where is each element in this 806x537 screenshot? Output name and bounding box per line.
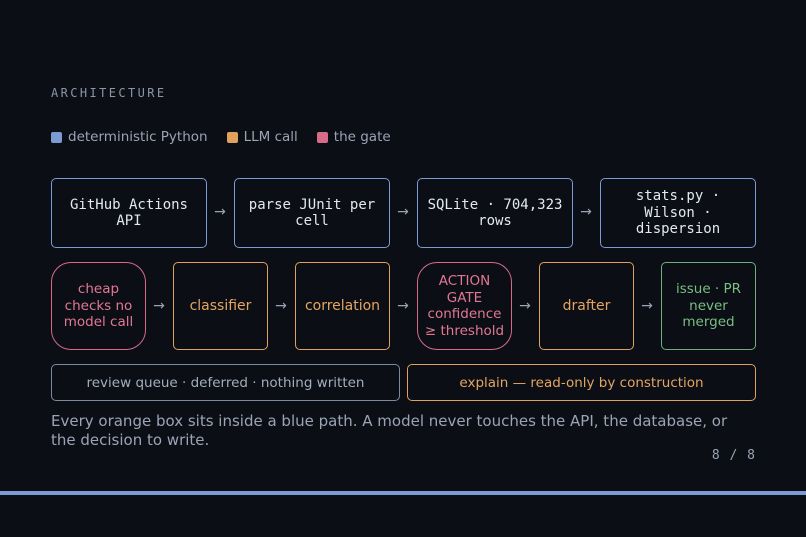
arrow-icon: →: [580, 204, 592, 220]
node-github-actions-api: GitHub Actions API: [51, 178, 207, 248]
node-drafter: drafter: [539, 262, 634, 350]
legend: deterministic Python LLM call the gate: [51, 129, 410, 145]
legend-label: LLM call: [243, 129, 298, 145]
node-sqlite: SQLite · 704,323 rows: [417, 178, 573, 248]
legend-item-llm: LLM call: [226, 129, 298, 145]
arrow-icon: →: [641, 298, 653, 314]
node-parse-junit: parse JUnit per cell: [234, 178, 390, 248]
section-eyebrow: ARCHITECTURE: [51, 86, 167, 100]
progress-bar: [0, 491, 806, 495]
node-cheap-checks: cheap checks no model call: [51, 262, 146, 350]
legend-swatch-orange: [226, 131, 238, 143]
legend-label: the gate: [333, 129, 391, 145]
page-indicator: 8 / 8: [711, 448, 756, 463]
node-explain: explain — read-only by construction: [407, 364, 756, 401]
node-correlation: correlation: [295, 262, 390, 350]
node-classifier: classifier: [173, 262, 268, 350]
legend-item-deterministic: deterministic Python: [51, 129, 208, 145]
legend-swatch-pink: [316, 131, 328, 143]
legend-swatch-blue: [51, 131, 62, 143]
arrow-icon: →: [275, 298, 287, 314]
node-action-gate: ACTION GATE confidence ≥ threshold: [417, 262, 512, 350]
slide-caption: Every orange box sits inside a blue path…: [51, 412, 728, 449]
legend-label: deterministic Python: [68, 129, 208, 145]
arrow-icon: →: [397, 204, 409, 220]
arrow-icon: →: [153, 298, 165, 314]
arrow-icon: →: [519, 298, 531, 314]
arrow-icon: →: [397, 298, 409, 314]
node-review-queue: review queue · deferred · nothing writte…: [51, 364, 400, 401]
arrow-icon: →: [214, 204, 226, 220]
node-issue-pr: issue · PR never merged: [661, 262, 756, 350]
node-stats-py: stats.py · Wilson · dispersion: [600, 178, 756, 248]
legend-item-gate: the gate: [316, 129, 391, 145]
